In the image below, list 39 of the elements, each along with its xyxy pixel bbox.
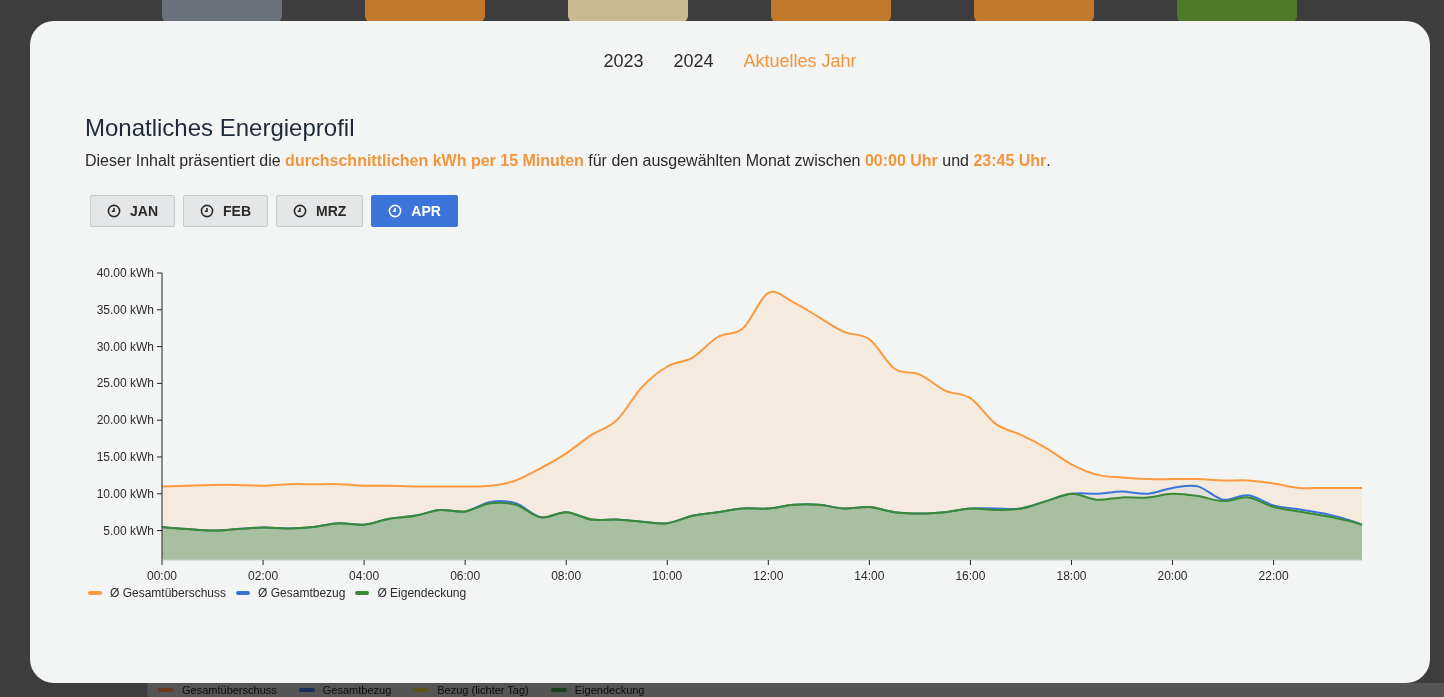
clock-icon (293, 204, 307, 218)
month-button[interactable]: APR (371, 195, 458, 227)
y-tick-label: 10.00 kWh (96, 486, 154, 501)
y-tick-label: 25.00 kWh (96, 376, 154, 391)
legend-label: Ø Gesamtbezug (258, 586, 346, 600)
x-tick-label: 16:00 (955, 569, 986, 583)
clock-icon (388, 204, 403, 218)
x-tick-label: 10:00 (652, 569, 683, 583)
x-tick-label: 22:00 (1258, 569, 1289, 583)
y-tick-label: 20.00 kWh (96, 413, 154, 428)
x-tick-label: 18:00 (1056, 569, 1087, 583)
clock-icon (107, 204, 121, 218)
legend-label: Bezug (lichter Tag) (437, 683, 529, 697)
legend-label: Ø Eigendeckung (377, 586, 467, 600)
section-title: Monatliches Energieprofil (85, 114, 356, 142)
legend-label: Eigendeckung (574, 683, 645, 697)
x-tick-label: 14:00 (854, 569, 885, 583)
month-button[interactable]: JAN (90, 195, 175, 227)
y-tick-label: 5.00 kWh (103, 523, 154, 538)
y-tick-label: 40.00 kWh (96, 266, 154, 280)
legend-label: Ø Gesamtüberschuss (110, 586, 227, 600)
month-button[interactable]: MRZ (276, 195, 364, 227)
x-tick-label: 20:00 (1157, 569, 1188, 583)
year-tab[interactable]: 2024 (673, 49, 714, 74)
x-tick-label: 08:00 (551, 569, 582, 583)
clock-icon (200, 204, 214, 218)
legend-label: Gesamtüberschuss (182, 683, 277, 697)
y-tick-label: 35.00 kWh (96, 302, 154, 317)
month-button[interactable]: FEB (183, 195, 268, 227)
legend-label: Gesamtbezug (322, 683, 392, 697)
x-tick-label: 00:00 (147, 569, 177, 583)
year-tab[interactable]: 2023 (603, 49, 644, 74)
x-tick-label: 04:00 (349, 569, 380, 583)
x-tick-label: 12:00 (753, 569, 784, 583)
x-tick-label: 02:00 (248, 569, 279, 583)
description-text: Dieser Inhalt präsentiert die durchschnittlichen kWh per 15 Minuten für den ausgewählten Monat zwischen 00:00 Uhr und 23:45 Uhr. (85, 152, 1052, 170)
x-tick-label: 06:00 (450, 569, 481, 583)
y-tick-label: 30.00 kWh (96, 339, 154, 354)
y-tick-label: 15.00 kWh (96, 449, 154, 464)
